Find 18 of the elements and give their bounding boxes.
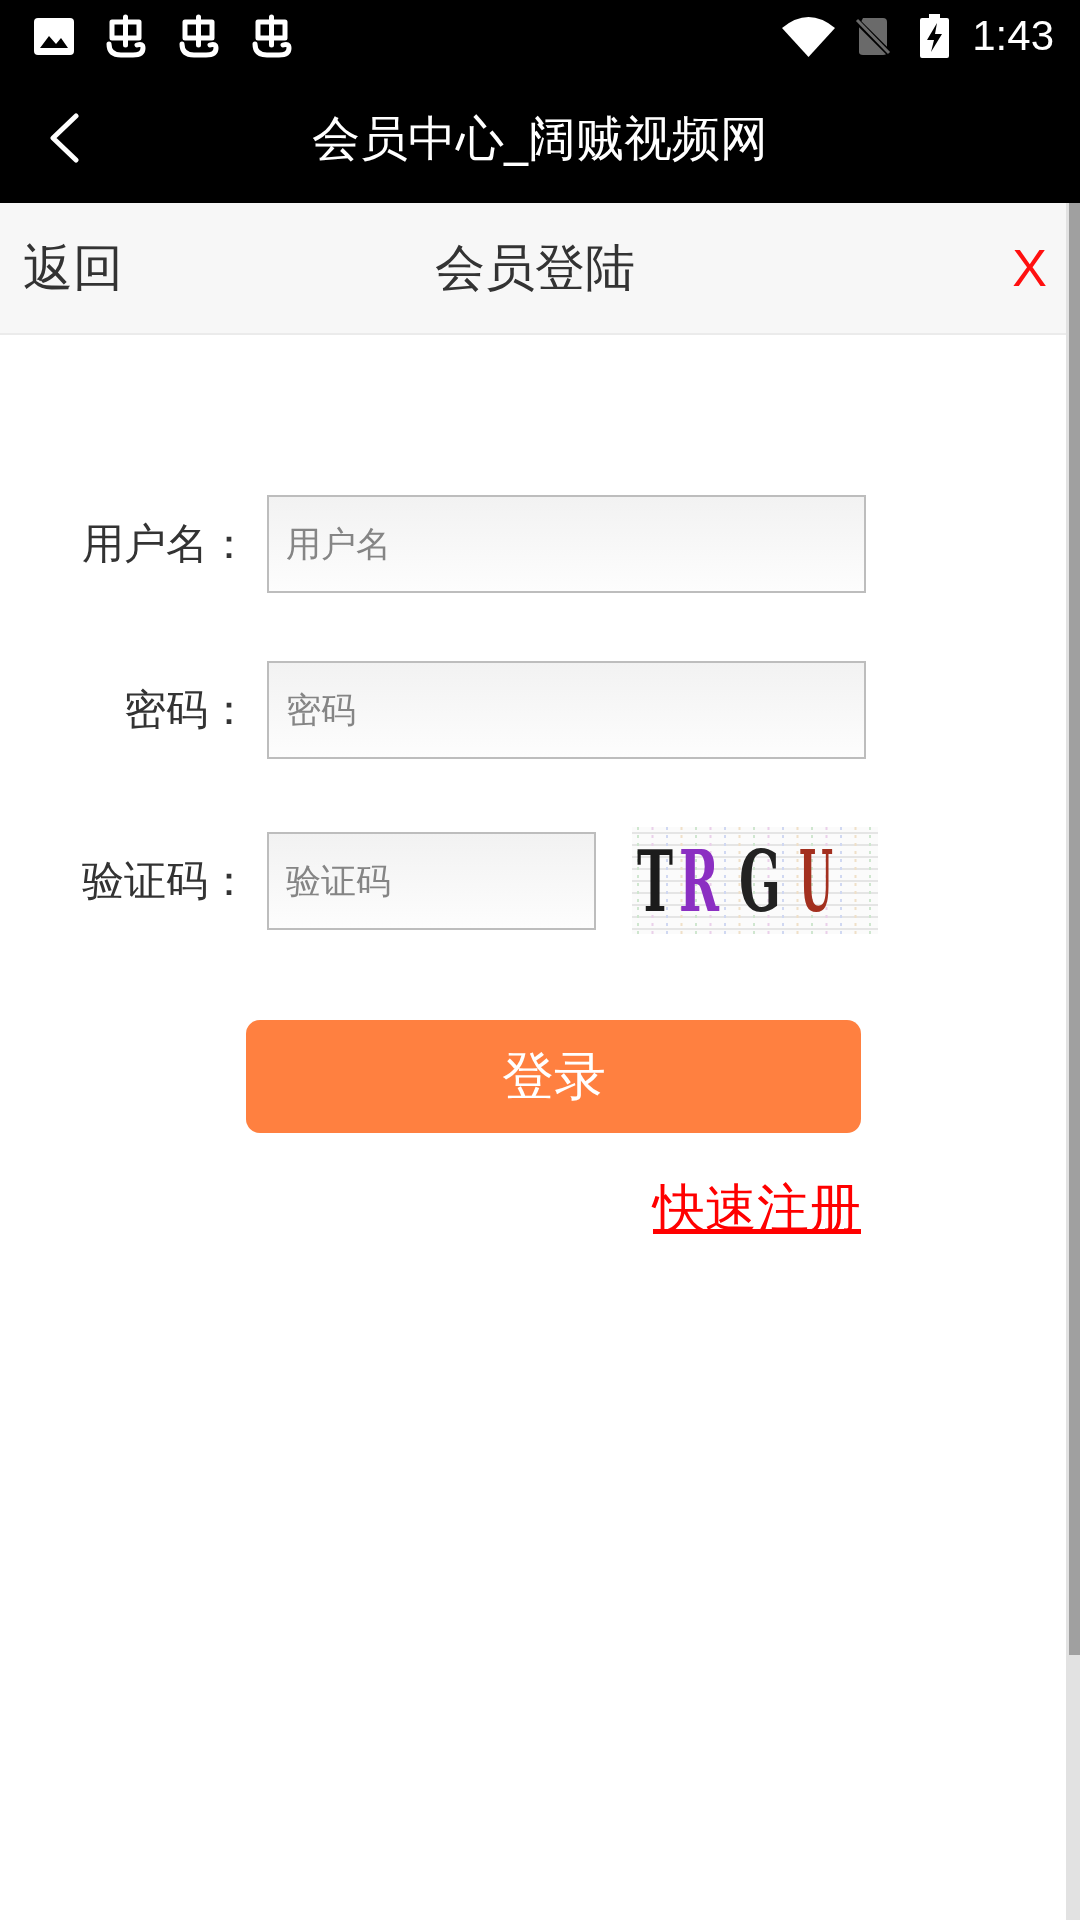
- password-field[interactable]: 密码: [267, 661, 866, 759]
- app-title: 会员中心_阔贼视频网: [312, 108, 768, 168]
- captcha-field[interactable]: 验证码: [267, 831, 596, 930]
- battery-charging-icon: [920, 14, 950, 58]
- field-label: 密码：: [123, 684, 250, 736]
- register-link[interactable]: 快速注册: [653, 1177, 861, 1239]
- image-icon: [34, 17, 74, 55]
- no-sim-icon: [854, 16, 893, 56]
- dialog-title: 会员登陆: [435, 238, 635, 299]
- status-time: 1:43: [972, 12, 1054, 60]
- back-icon[interactable]: [48, 112, 79, 163]
- wifi-icon: [782, 15, 836, 57]
- login-button[interactable]: 登录: [246, 1020, 861, 1133]
- field-label: 验证码：: [81, 854, 250, 907]
- back-link[interactable]: 返回: [23, 237, 123, 299]
- input-field[interactable]: 用户名: [267, 495, 866, 593]
- field-label: 用户名：: [81, 518, 250, 570]
- close-button[interactable]: X: [1012, 237, 1047, 299]
